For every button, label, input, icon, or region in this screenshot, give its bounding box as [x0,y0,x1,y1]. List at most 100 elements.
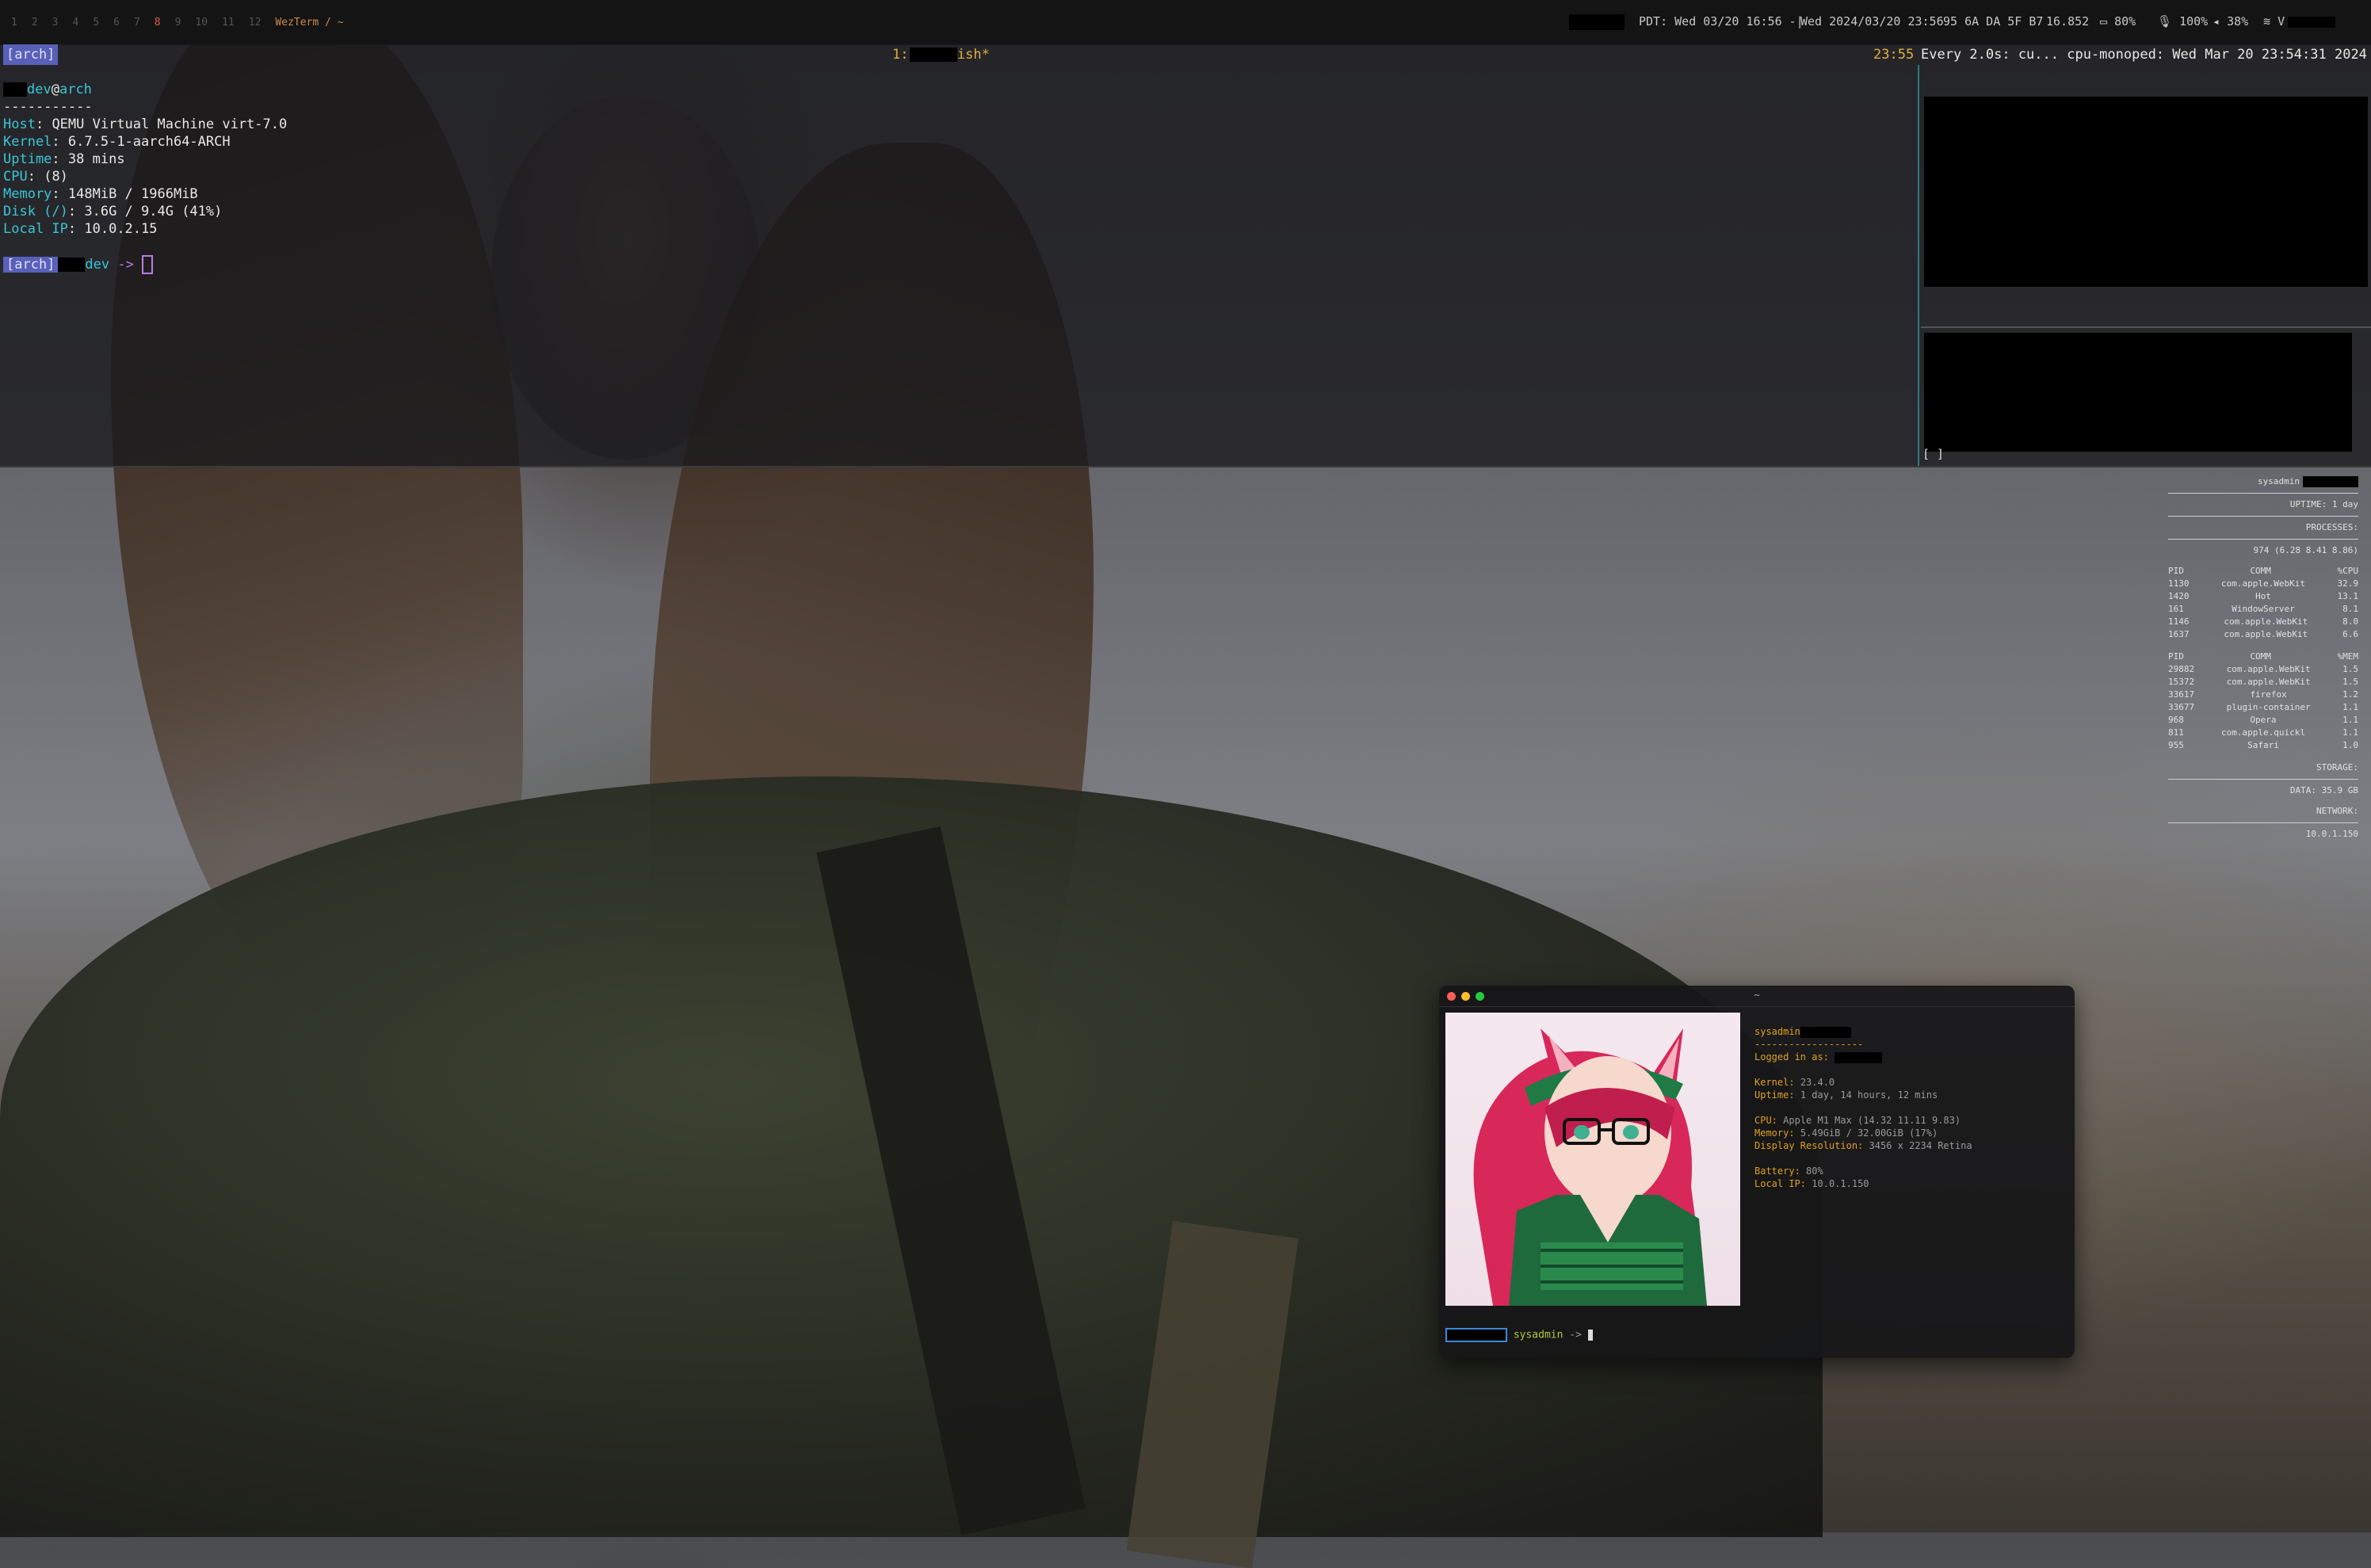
redacted-box [1569,14,1625,30]
redacted-box [58,258,86,272]
workspace-6[interactable]: 6 [113,17,120,29]
info-local-ip: 10.0.2.15 [84,221,158,237]
hex-readout: 95 6A DA 5F B7 [1943,14,2044,29]
window-titlebar[interactable]: ~ [1439,986,2075,1007]
table-row: 33617 firefox 1.2 [2168,689,2358,700]
user-name: dev [27,82,52,97]
conky-monitor: sysadmin UPTIME: 1 day PROCESSES: 974 (6… [2168,475,2358,841]
table-row: 29882 com.apple.WebKit 1.5 [2168,664,2358,674]
brightness-status[interactable]: ◂ 38% [2213,14,2248,29]
volume-status[interactable]: 🎙 100% [2157,14,2208,29]
watch-header: Every 2.0s: cu... cpu-monoped: Wed Mar 2… [1921,47,2367,63]
workspace-8[interactable]: 8 [155,17,161,29]
utc-clock: Wed 2024/03/20 23:56 [1800,14,1944,29]
info-host: QEMU Virtual Machine virt-7.0 [52,116,288,132]
terminal-cursor[interactable] [1587,1330,1593,1341]
info-cpu: Apple M1 Max (14.32 11.11 9.83) [1783,1115,1961,1126]
table-row: 1637 com.apple.WebKit 6.6 [2168,629,2358,639]
wifi-icon: ≋ [2263,14,2278,29]
table-row: 161 WindowServer 8.1 [2168,604,2358,614]
redacted-box [2288,16,2336,28]
redacted-box [2303,476,2358,487]
redacted-box [910,48,957,62]
mac-terminal-window[interactable]: ~ sysadmin ------------------- Logged in… [1439,986,2075,1358]
workspace-9[interactable]: 9 [175,17,181,29]
conky-network-label: NETWORK: [2316,806,2358,816]
conky-storage-label: STORAGE: [2316,762,2358,773]
anime-girl-illustration [1473,1028,1707,1306]
fastfetch-info[interactable]: sysadmin ------------------- Logged in a… [1754,1025,1972,1190]
active-app-label[interactable]: WezTerm / ~ [275,17,343,29]
prompt-tag: [arch] [3,257,59,273]
redacted-box [1800,1026,1851,1038]
table-row: 1420 Hot 13.1 [2168,591,2358,601]
conky-uptime: UPTIME: 1 day [2289,499,2358,509]
info-memory: 5.49GiB / 32.00GiB (17%) [1800,1127,1938,1139]
pane-divider[interactable] [1918,65,1919,466]
table-row: 811 com.apple.quickl 1.1 [2168,727,2358,738]
window-title: ~ [1754,990,1760,1001]
redacted-output [1924,333,2352,452]
redacted-box [3,82,27,97]
conky-storage: DATA: 35.9 GB [2289,785,2358,795]
speaker-icon: ◂ [2213,14,2228,29]
host-name: arch [59,82,92,97]
info-kernel: 23.4.0 [1800,1077,1835,1088]
info-local-ip: 10.0.1.150 [1812,1178,1869,1189]
workspace-4[interactable]: 4 [72,17,78,29]
prompt-arrow: -> [1569,1329,1582,1341]
cpu-table-header: PID COMM %CPU [2168,566,2358,576]
anime-avatar-image [1445,1013,1740,1306]
info-user: sysadmin [1754,1026,1800,1037]
table-row: 1146 com.apple.WebKit 8.0 [2168,616,2358,627]
workspace-12[interactable]: 12 [249,17,262,29]
pdt-clock: PDT: Wed 03/20 16:56 -| [1639,14,1804,29]
info-kernel: 6.7.5-1-aarch64-ARCH [67,134,231,150]
info-memory: 148MiB / 1966MiB [67,186,198,202]
pane-bottom-tag: [ ] [1922,447,1945,461]
workspace-3[interactable]: 3 [52,17,59,29]
workspace-2[interactable]: 2 [32,17,38,29]
conky-user: sysadmin [2168,475,2358,488]
tmux-terminal-window[interactable]: [arch] 1: - 2:fish* 23:55 Every 2.0s: cu… [0,44,2371,467]
mac-prompt[interactable]: sysadmin -> [1445,1328,1593,1342]
load-readout: 16.852 [2046,14,2090,29]
fastfetch-output[interactable]: dev@arch ----------- Host: QEMU Virtual … [3,81,287,274]
conky-processes-label: PROCESSES: [2305,522,2358,532]
table-row: 1130 com.apple.WebKit 32.9 [2168,578,2358,589]
lower-right-pane[interactable]: [ ] [1921,326,2371,467]
workspace-list: 1 2 3 4 5 6 7 8 9 10 11 12 WezTerm / ~ [11,17,344,29]
redacted-box [1445,1328,1507,1342]
table-row: 968 Opera 1.1 [2168,715,2358,725]
watch-pane[interactable] [1921,65,2371,323]
info-uptime: 38 mins [67,151,125,167]
table-row: 955 Safari 1.0 [2168,740,2358,750]
workspace-7[interactable]: 7 [134,17,140,29]
tmux-clock: 23:55 [1873,47,1915,63]
tmux-status-line: [arch] 1: - 2:fish* 23:55 Every 2.0s: cu… [0,44,2371,65]
info-cpu: (8) [44,169,68,185]
prompt-user: dev [85,257,110,273]
workspace-5[interactable]: 5 [93,17,99,29]
terminal-cursor[interactable] [142,255,154,274]
info-uptime: 1 day, 14 hours, 12 mins [1800,1089,1938,1101]
session-tag[interactable]: [arch] [3,44,59,65]
workspace-1[interactable]: 1 [11,17,17,29]
battery-status[interactable]: ▭ 80% [2100,14,2136,29]
info-battery: 80% [1806,1166,1823,1177]
info-disk: 3.6G / 9.4G (41%) [84,204,223,219]
wifi-status[interactable]: ≋ V [2263,14,2336,29]
conky-ip: 10.0.1.150 [2305,829,2358,839]
prompt-arrow: -> [117,257,134,273]
conky-load: 974 (6.28 8.41 8.86) [2253,545,2358,555]
workspace-10[interactable]: 10 [195,17,208,29]
redacted-output [1924,97,2368,287]
mem-table-header: PID COMM %MEM [2168,651,2358,662]
prompt-user: sysadmin [1513,1329,1563,1341]
info-display: 3456 x 2234 Retina [1869,1140,1972,1151]
redacted-box [1835,1051,1883,1063]
table-row: 33677 plugin-container 1.1 [2168,702,2358,712]
workspace-11[interactable]: 11 [222,17,235,29]
menu-bar: 1 2 3 4 5 6 7 8 9 10 11 12 WezTerm / ~ P… [0,0,2371,45]
table-row: 15372 com.apple.WebKit 1.5 [2168,677,2358,687]
